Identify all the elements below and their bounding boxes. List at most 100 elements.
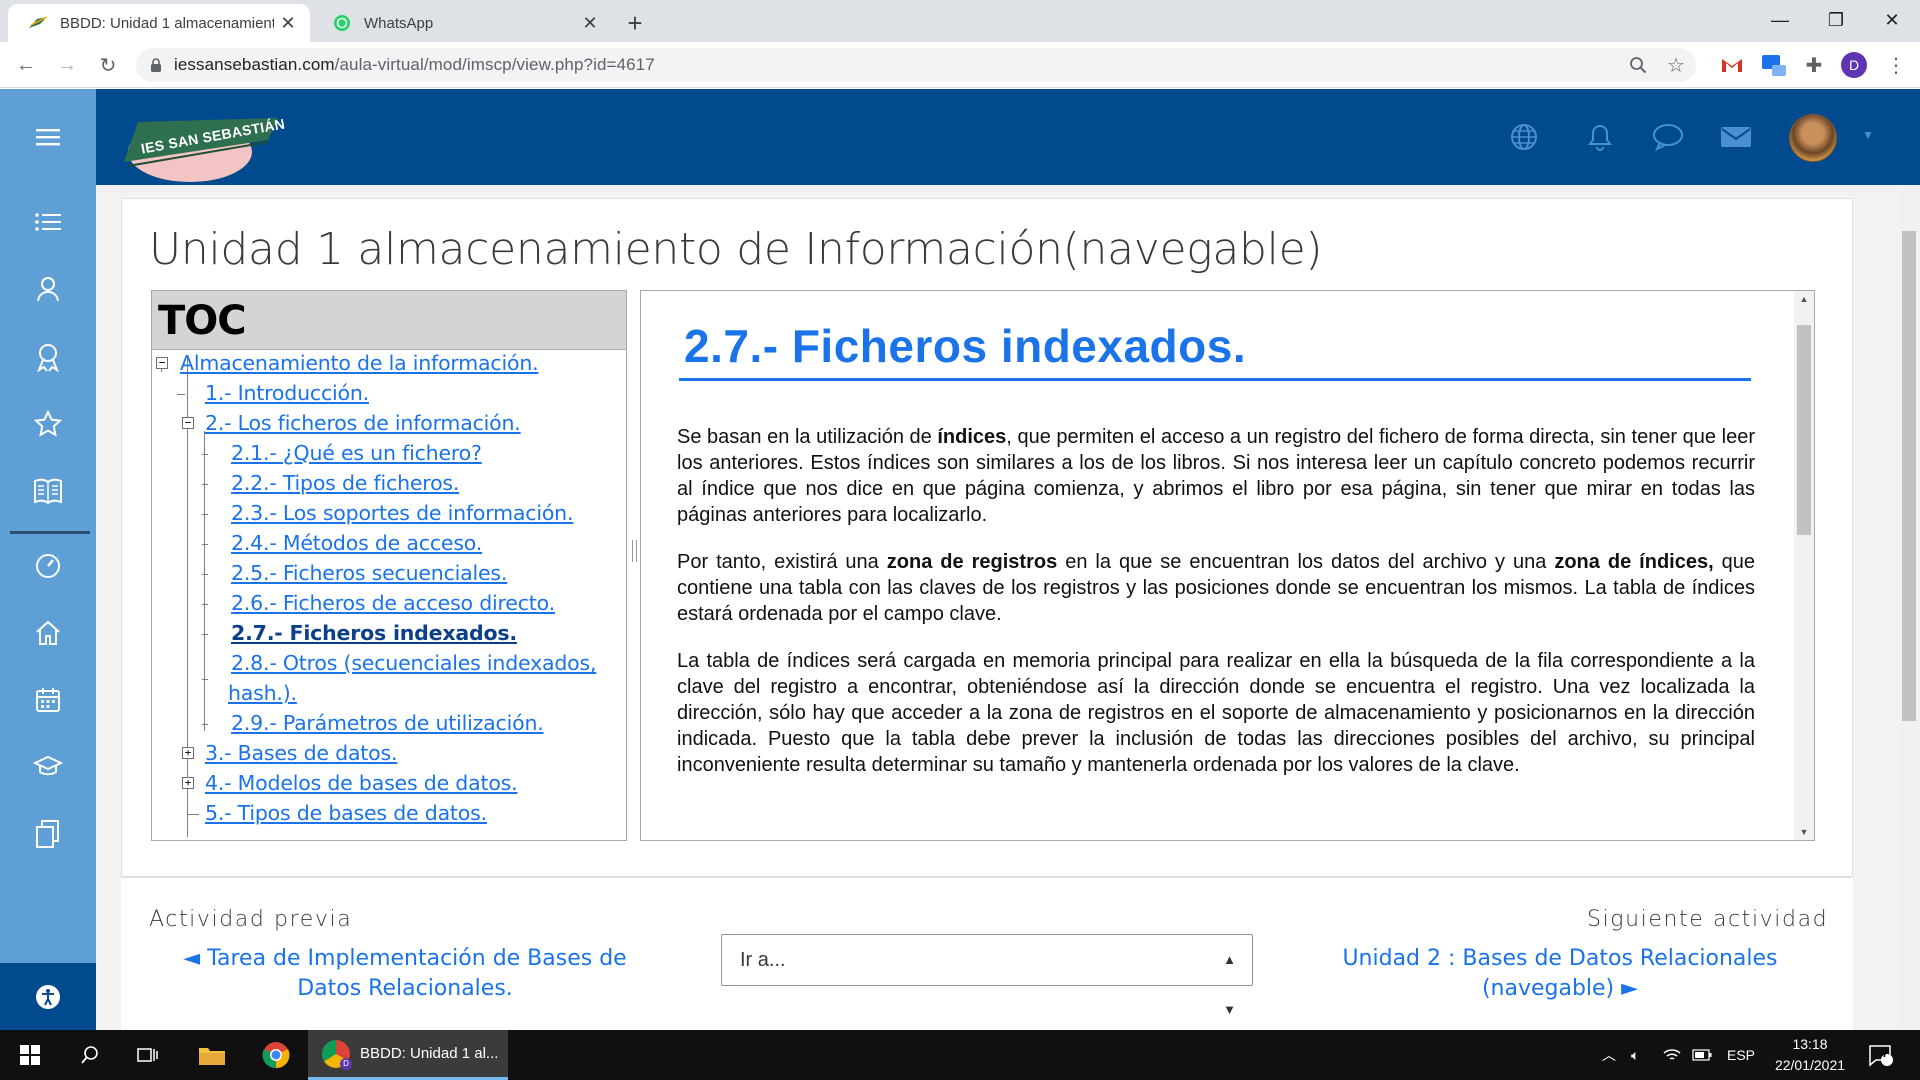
toc-collapse-toggle[interactable]: −: [156, 357, 168, 369]
address-bar[interactable]: iessansebastian.com/aula-virtual/mod/ims…: [136, 48, 1696, 82]
show-hidden-icons-icon[interactable]: ︿: [1602, 1030, 1616, 1080]
toc-heading: TOC: [152, 291, 626, 350]
meet-extension-icon[interactable]: [1760, 51, 1788, 79]
select-arrows-icon: ▲ ▼: [1223, 952, 1236, 1017]
toc-item[interactable]: 2.- Los ficheros de información.: [205, 411, 521, 435]
content-scrollbar[interactable]: ▲ ▼: [1794, 291, 1814, 840]
toc-item[interactable]: 2.4.- Métodos de acceso.: [231, 531, 482, 555]
lock-icon: [150, 57, 162, 73]
tree-line: [202, 604, 208, 605]
maximize-icon[interactable]: ❐: [1808, 0, 1864, 40]
forward-arrow-icon[interactable]: →: [51, 49, 83, 81]
search-icon[interactable]: [62, 1030, 118, 1080]
browser-tab-bbdd[interactable]: BBDD: Unidad 1 almacenamiento de ✕: [8, 4, 310, 42]
moodle-favicon-icon: [28, 13, 48, 33]
user-menu-caret-icon[interactable]: ▼: [1862, 128, 1874, 142]
text: en la que se encuentran los datos del ar…: [1057, 551, 1555, 573]
tree-line: [202, 514, 208, 515]
bold-text: zona de registros: [886, 551, 1058, 573]
next-activity-label: Siguiente actividad: [1587, 907, 1829, 932]
browser-tab-whatsapp[interactable]: WhatsApp ✕: [312, 4, 612, 42]
page-scrollbar[interactable]: [1898, 185, 1920, 1030]
toc-expand-toggle[interactable]: +: [182, 747, 194, 759]
profile-avatar[interactable]: D: [1840, 51, 1868, 79]
toc-item[interactable]: 2.6.- Ficheros de acceso directo.: [231, 591, 555, 615]
action-center-icon[interactable]: 7: [1868, 1030, 1894, 1080]
input-language[interactable]: ESP: [1727, 1030, 1755, 1080]
toc-item[interactable]: 3.- Bases de datos.: [205, 741, 397, 765]
new-tab-button[interactable]: +: [618, 6, 652, 40]
dashboard-gauge-icon[interactable]: [28, 546, 68, 586]
bookmark-star-icon[interactable]: ☆: [1664, 53, 1688, 77]
pane-splitter-handle[interactable]: [632, 540, 637, 562]
taskbar-window-title: BBDD: Unidad 1 al...: [360, 1045, 499, 1062]
gmail-extension-icon[interactable]: [1718, 51, 1746, 79]
file-explorer-icon[interactable]: [184, 1030, 240, 1080]
next-activity-link[interactable]: Unidad 2 : Bases de Datos Relacionales (…: [1340, 944, 1780, 1004]
drawer-separator: [10, 531, 90, 534]
windows-start-icon[interactable]: [0, 1030, 60, 1080]
battery-icon[interactable]: [1692, 1030, 1712, 1080]
badges-icon[interactable]: [28, 337, 68, 377]
taskbar-chrome-window[interactable]: D BBDD: Unidad 1 al...: [308, 1030, 508, 1080]
toc-item[interactable]: 2.5.- Ficheros secuenciales.: [231, 561, 507, 585]
network-wifi-icon[interactable]: [1663, 1030, 1681, 1080]
toc-item[interactable]: 1.- Introducción.: [205, 381, 369, 405]
mail-envelope-icon[interactable]: [1719, 120, 1753, 154]
scroll-down-arrow-icon[interactable]: ▼: [1794, 824, 1814, 840]
accessibility-button[interactable]: [0, 963, 96, 1030]
toc-item[interactable]: 2.2.- Tipos de ficheros.: [231, 471, 459, 495]
page-scrollbar-thumb[interactable]: [1902, 231, 1916, 721]
scroll-up-arrow-icon[interactable]: ▲: [1794, 291, 1814, 307]
course-index-list-icon[interactable]: [28, 202, 68, 242]
courses-mortarboard-icon[interactable]: [28, 747, 68, 787]
close-tab-icon[interactable]: ✕: [576, 9, 604, 37]
tab-title: WhatsApp: [364, 14, 434, 32]
url-path: /aula-virtual/mod/imscp/view.php?id=4617: [334, 55, 655, 74]
toc-item[interactable]: 2.1.- ¿Qué es un fichero?: [231, 441, 482, 465]
close-tab-icon[interactable]: ✕: [274, 9, 302, 37]
jump-to-select[interactable]: Ir a... ▲ ▼: [721, 934, 1253, 1017]
language-globe-icon[interactable]: [1507, 120, 1541, 154]
zoom-icon[interactable]: [1626, 53, 1650, 77]
chrome-menu-icon[interactable]: ⋮: [1882, 51, 1910, 79]
close-window-icon[interactable]: ✕: [1864, 0, 1920, 40]
prev-activity-link[interactable]: ◄ Tarea de Implementación de Bases de Da…: [150, 944, 660, 1004]
url-host: iessansebastian.com: [174, 55, 335, 74]
toc-item[interactable]: 4.- Modelos de bases de datos.: [205, 771, 518, 795]
grades-book-icon[interactable]: [28, 471, 68, 511]
user-avatar[interactable]: [1789, 114, 1837, 162]
toc-item[interactable]: 2.8.- Otros (secuenciales indexados,: [231, 651, 597, 675]
back-arrow-icon[interactable]: ←: [10, 49, 42, 81]
notifications-bell-icon[interactable]: [1583, 120, 1617, 154]
toc-item[interactable]: Almacenamiento de la información.: [180, 351, 539, 375]
calendar-icon[interactable]: [28, 680, 68, 720]
messages-chat-icon[interactable]: [1651, 120, 1685, 154]
toc-expand-toggle[interactable]: +: [182, 777, 194, 789]
page-title: Unidad 1 almacenamiento de Información(n…: [149, 224, 1323, 275]
clock-time: 13:18: [1792, 1036, 1828, 1052]
extensions-puzzle-icon[interactable]: ✚: [1800, 51, 1828, 79]
toc-item[interactable]: 2.9.- Parámetros de utilización.: [231, 711, 544, 735]
prev-activity-label: Actividad previa: [149, 907, 353, 932]
system-clock[interactable]: 13:18 22/01/2021: [1770, 1034, 1850, 1076]
volume-icon[interactable]: 🔈︎: [1631, 1030, 1639, 1080]
minimize-icon[interactable]: —: [1752, 0, 1808, 40]
toc-item[interactable]: 5.- Tipos de bases de datos.: [205, 801, 487, 825]
tree-line: [202, 484, 208, 485]
toc-collapse-toggle[interactable]: −: [182, 417, 194, 429]
chrome-app-icon[interactable]: [248, 1030, 304, 1080]
site-logo[interactable]: IES SAN SEBASTIÁN: [118, 110, 290, 184]
scrollbar-thumb[interactable]: [1797, 325, 1811, 535]
competencies-star-icon[interactable]: [28, 404, 68, 444]
toc-item[interactable]: 2.3.- Los soportes de información.: [231, 501, 573, 525]
task-view-icon[interactable]: [120, 1030, 176, 1080]
site-home-icon[interactable]: [28, 613, 68, 653]
toc-item-current[interactable]: 2.7.- Ficheros indexados.: [231, 621, 517, 645]
private-files-icon[interactable]: [28, 814, 68, 854]
drawer-toggle-button[interactable]: [0, 89, 96, 185]
toc-item-continuation[interactable]: hash.).: [228, 681, 297, 705]
reload-icon[interactable]: ↻: [92, 49, 124, 81]
participants-icon[interactable]: [28, 269, 68, 309]
toc-panel: TOC − Almacenamiento de la información. …: [151, 290, 627, 841]
